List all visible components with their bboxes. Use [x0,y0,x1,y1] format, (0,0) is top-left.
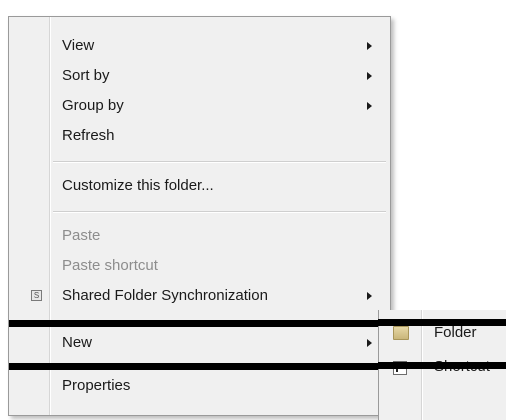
menu-item-view[interactable]: View [9,31,390,61]
menu-item-label: Properties [62,377,131,394]
menu-item-sort-by[interactable]: Sort by [9,61,390,91]
submenu-arrow-icon [367,72,372,80]
menu-item-refresh[interactable]: Refresh [9,121,390,151]
menu-item-paste-shortcut[interactable]: Paste shortcut [9,251,390,281]
folder-icon [393,326,409,340]
menu-item-properties[interactable]: Properties [9,371,390,401]
submenu-arrow-icon [367,339,372,347]
menu-item-group-by[interactable]: Group by [9,91,390,121]
menu-item-label: New [62,334,93,351]
menu-item-label: Paste [62,227,101,244]
context-menu: View Sort by Group by Refresh Customize … [8,16,391,416]
menu-item-new[interactable]: New [9,328,390,358]
menu-item-customize-folder[interactable]: Customize this folder... [9,171,390,201]
desktop-background [0,0,506,16]
highlight-top-rule [378,319,506,326]
submenu-arrow-icon [367,292,372,300]
menu-separator [53,161,386,163]
menu-item-shared-folder-sync[interactable]: S Shared Folder Synchronization [9,281,390,311]
menu-item-label: Refresh [62,127,115,144]
menu-item-paste[interactable]: Paste [9,221,390,251]
submenu-item-label: Folder [434,324,477,341]
submenu-arrow-icon [367,102,372,110]
highlight-bottom-rule [378,362,506,369]
sync-icon: S [31,290,42,301]
submenu-arrow-icon [367,42,372,50]
menu-item-label: Group by [62,97,124,114]
submenu-item-shortcut[interactable]: Shortcut [379,356,506,386]
menu-separator [53,211,386,213]
menu-item-label: Shared Folder Synchronization [62,287,268,304]
menu-item-label: Customize this folder... [62,177,214,194]
menu-item-label: Paste shortcut [62,257,158,274]
menu-item-label: Sort by [62,67,110,84]
menu-item-label: View [62,37,95,54]
